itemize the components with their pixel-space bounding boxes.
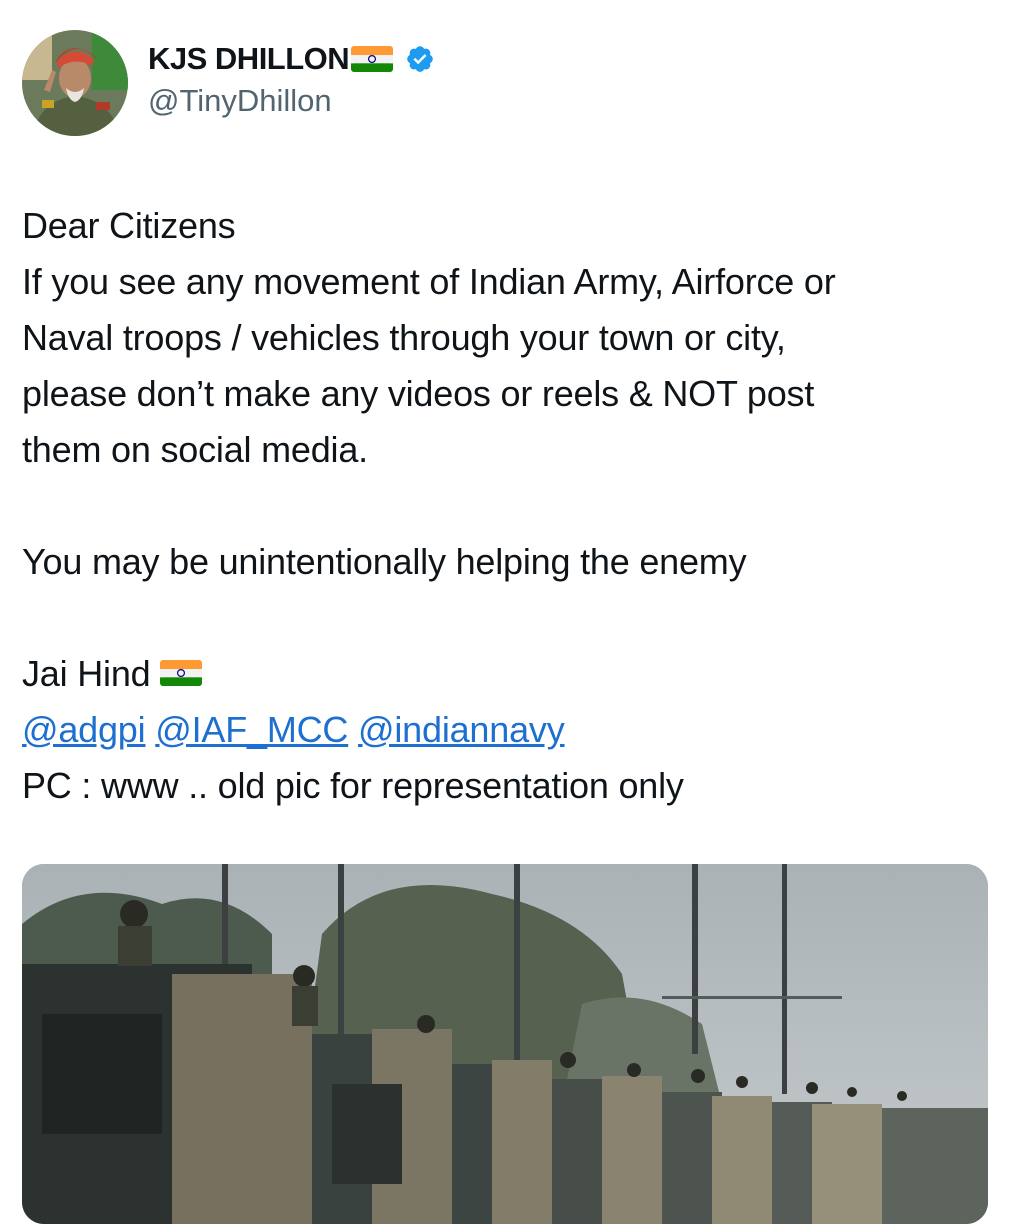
- author-avatar[interactable]: [22, 30, 128, 136]
- tweet-mentions: @adgpi @IAF_MCC @indiannavy: [22, 702, 987, 758]
- india-flag-icon: [160, 660, 203, 687]
- mention-link-indiannavy[interactable]: @indiannavy: [358, 709, 565, 750]
- army-convoy-photo: [22, 864, 988, 1224]
- tweet-signoff: Jai Hind: [22, 653, 151, 694]
- tweet-body-line: If you see any movement of Indian Army, …: [22, 261, 836, 302]
- india-flag-icon: [351, 46, 394, 72]
- avatar-portrait-icon: [22, 30, 128, 136]
- tweet-signoff-row: Jai Hind: [22, 646, 987, 702]
- author-info: KJS DHILLON @TinyDhillon: [148, 41, 435, 119]
- tweet-body-line: them on social media.: [22, 429, 368, 470]
- tweet-greeting: Dear Citizens: [22, 205, 236, 246]
- verified-badge-icon[interactable]: [405, 44, 435, 74]
- tweet-photo-credit: PC : www .. old pic for representation o…: [22, 765, 684, 806]
- tweet-header: KJS DHILLON @TinyDhillon: [22, 30, 435, 136]
- author-name-row[interactable]: KJS DHILLON: [148, 41, 435, 77]
- author-handle[interactable]: @TinyDhillon: [148, 83, 435, 119]
- tweet-warning: You may be unintentionally helping the e…: [22, 541, 747, 582]
- tweet-media-photo[interactable]: [22, 864, 988, 1224]
- author-display-name[interactable]: KJS DHILLON: [148, 41, 350, 77]
- tweet-body-line: Naval troops / vehicles through your tow…: [22, 317, 786, 358]
- tweet-text: Dear Citizens If you see any movement of…: [22, 198, 987, 814]
- mention-link-iaf-mcc[interactable]: @IAF_MCC: [155, 709, 348, 750]
- mention-link-adgpi[interactable]: @adgpi: [22, 709, 146, 750]
- tweet-body-line: please don’t make any videos or reels & …: [22, 373, 815, 414]
